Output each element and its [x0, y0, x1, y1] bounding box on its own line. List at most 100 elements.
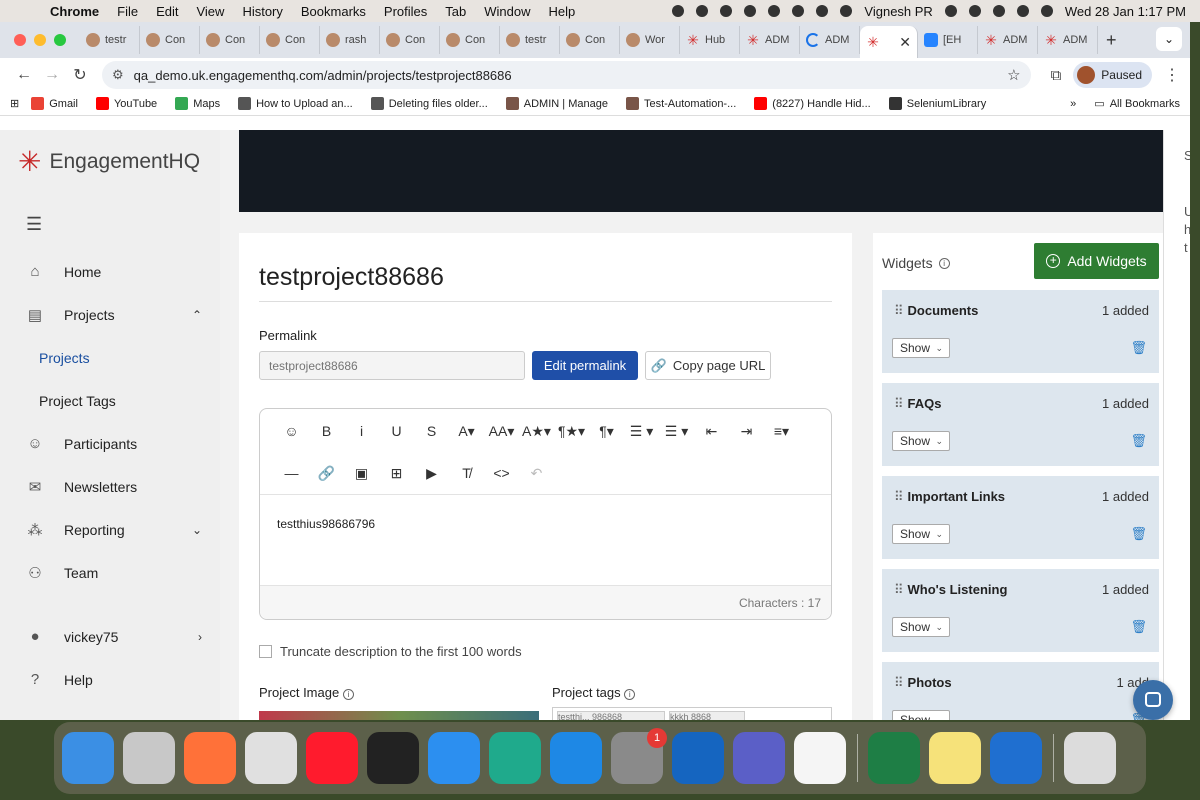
- dock-app-safari-icon[interactable]: [428, 732, 480, 784]
- menu-bookmarks[interactable]: Bookmarks: [301, 4, 366, 19]
- dock-app-finder-icon[interactable]: [62, 732, 114, 784]
- description-text-area[interactable]: testthius98686796: [277, 517, 375, 531]
- tab-search-chevron-icon[interactable]: ⌄: [1156, 27, 1182, 51]
- sidebar-subitem-project-tags[interactable]: Project Tags: [0, 379, 220, 422]
- sidebar-item-help[interactable]: ? Help: [0, 658, 220, 701]
- tab-after-0[interactable]: [EH: [918, 26, 978, 54]
- dock-app-outlook-icon[interactable]: [672, 732, 724, 784]
- dock-app-system-settings-icon[interactable]: 1: [611, 728, 667, 784]
- dock-app-edge-icon[interactable]: [489, 732, 541, 784]
- editor-toolbar-button[interactable]: A★▾: [519, 420, 554, 442]
- editor-toolbar-button[interactable]: ¶▾: [589, 420, 624, 442]
- tab-1[interactable]: Con: [140, 26, 200, 54]
- tab-8[interactable]: Con: [560, 26, 620, 54]
- siri-icon[interactable]: [1040, 5, 1053, 17]
- apps-grid-icon[interactable]: ⊞: [10, 97, 19, 110]
- wifi-icon[interactable]: [968, 5, 981, 17]
- widget-card[interactable]: ⠿ FAQs 1 added Show ⌄ 🗑: [882, 383, 1159, 466]
- dock-app-firefox-icon[interactable]: [184, 732, 236, 784]
- widget-visibility-select[interactable]: Show ⌄: [892, 431, 950, 451]
- bookmark-item[interactable]: Gmail: [31, 97, 78, 110]
- status-icon[interactable]: [768, 5, 781, 17]
- bookmark-item[interactable]: Deleting files older...: [370, 97, 488, 110]
- tab-12[interactable]: ADM: [800, 26, 860, 54]
- edit-permalink-button[interactable]: Edit permalink: [532, 351, 638, 380]
- dock-app-trash-icon[interactable]: [1064, 732, 1116, 784]
- editor-toolbar-button[interactable]: U: [379, 420, 414, 442]
- address-bar[interactable]: ⚙ qa_demo.uk.engagementhq.com/admin/proj…: [102, 61, 1031, 89]
- new-tab-button[interactable]: +: [1106, 30, 1117, 51]
- chat-launcher-button[interactable]: [1133, 680, 1173, 720]
- widget-card[interactable]: ⠿ Documents 1 added Show ⌄ 🗑: [882, 290, 1159, 373]
- drag-handle-icon[interactable]: ⠿: [894, 396, 904, 411]
- tab-5[interactable]: Con: [380, 26, 440, 54]
- editor-toolbar-button[interactable]: i: [344, 420, 379, 442]
- widget-visibility-select[interactable]: Show ⌄: [892, 617, 950, 637]
- spotlight-search-icon[interactable]: [992, 5, 1005, 17]
- play-icon[interactable]: [840, 5, 853, 17]
- trash-icon[interactable]: 🗑: [1130, 433, 1147, 449]
- editor-toolbar-button[interactable]: ⇥: [729, 420, 764, 442]
- sidebar-item-team[interactable]: ⚇ Team: [0, 551, 220, 594]
- sidebar-item-participants[interactable]: ☺ Participants: [0, 422, 220, 465]
- dock-app-excel-icon[interactable]: [868, 732, 920, 784]
- browser-menu-icon[interactable]: ⋮: [1164, 65, 1180, 85]
- chevron-up-icon[interactable]: ⌃: [192, 308, 202, 322]
- copy-page-url-button[interactable]: 🔗 Copy page URL: [645, 351, 771, 380]
- tag-chip[interactable]: testthi... 986868: [557, 711, 665, 720]
- menu-app-name[interactable]: Chrome: [50, 4, 99, 19]
- editor-toolbar-button[interactable]: ▶: [414, 462, 449, 484]
- info-icon[interactable]: i: [624, 689, 636, 700]
- extensions-puzzle-icon[interactable]: ⧉: [1051, 67, 1062, 84]
- bookmark-item[interactable]: ADMIN | Manage: [505, 97, 608, 110]
- minimize-window-button[interactable]: [34, 34, 46, 46]
- editor-toolbar-button[interactable]: ≡▾: [764, 420, 799, 442]
- site-info-icon[interactable]: ⚙: [112, 67, 124, 83]
- cloud-icon[interactable]: [792, 5, 805, 17]
- sidebar-subitem-projects[interactable]: Projects: [0, 336, 220, 379]
- widget-card[interactable]: ⠿ Photos 1 add Show ⌄ 🗑: [882, 662, 1159, 720]
- sidebar-item-reporting[interactable]: ⁂ Reporting ⌄: [0, 508, 220, 551]
- drag-handle-icon[interactable]: ⠿: [894, 582, 904, 597]
- tab-3[interactable]: Con: [260, 26, 320, 54]
- permalink-input[interactable]: [259, 351, 525, 380]
- close-window-button[interactable]: [14, 34, 26, 46]
- reload-button[interactable]: ↻: [66, 65, 94, 85]
- editor-toolbar-button[interactable]: ↶: [519, 462, 554, 484]
- editor-toolbar-button[interactable]: ¶★▾: [554, 420, 589, 442]
- forward-button[interactable]: →: [38, 66, 66, 84]
- trash-icon[interactable]: 🗑: [1130, 526, 1147, 542]
- dock-app-opera-icon[interactable]: [306, 732, 358, 784]
- menubar-clock[interactable]: Wed 28 Jan 1:17 PM: [1065, 4, 1186, 19]
- zoom-window-button[interactable]: [54, 34, 66, 46]
- menubar-user[interactable]: Vignesh PR: [864, 4, 932, 19]
- tab-6[interactable]: Con: [440, 26, 500, 54]
- chevron-right-icon[interactable]: ›: [198, 630, 202, 644]
- editor-toolbar-button[interactable]: <>: [484, 462, 519, 484]
- editor-toolbar-button[interactable]: ▣: [344, 462, 379, 484]
- menu-view[interactable]: View: [196, 4, 224, 19]
- bookmark-item[interactable]: SeleniumLibrary: [888, 97, 986, 110]
- editor-toolbar-button[interactable]: T̸: [449, 462, 484, 484]
- bookmark-item[interactable]: How to Upload an...: [238, 97, 353, 110]
- tab-7[interactable]: testr: [500, 26, 560, 54]
- bookmark-item[interactable]: Test-Automation-...: [625, 97, 736, 110]
- dock-app-terminal-icon[interactable]: [367, 732, 419, 784]
- editor-toolbar-button[interactable]: ☰ ▾: [624, 420, 659, 442]
- tag-chip[interactable]: kkkh 8868: [669, 711, 745, 720]
- status-icon[interactable]: [720, 5, 733, 17]
- drag-handle-icon[interactable]: ⠿: [894, 303, 904, 318]
- tab-after-2[interactable]: ✳ ADM: [1038, 26, 1098, 54]
- trash-icon[interactable]: 🗑: [1130, 340, 1147, 356]
- dock-app-teams-icon[interactable]: [733, 732, 785, 784]
- status-icon[interactable]: [744, 5, 757, 17]
- dock-app-launchpad-icon[interactable]: [123, 732, 175, 784]
- editor-toolbar-button[interactable]: B: [309, 420, 344, 442]
- more-bookmarks-icon[interactable]: »: [1070, 98, 1076, 110]
- menu-tab[interactable]: Tab: [445, 4, 466, 19]
- editor-toolbar-button[interactable]: A▾: [449, 420, 484, 442]
- tab-11[interactable]: ✳ ADM: [740, 26, 800, 54]
- dock-app-app-store-icon[interactable]: [550, 732, 602, 784]
- sidebar-item-user[interactable]: ● vickey75 ›: [0, 615, 220, 658]
- bookmark-item[interactable]: Maps: [175, 97, 220, 110]
